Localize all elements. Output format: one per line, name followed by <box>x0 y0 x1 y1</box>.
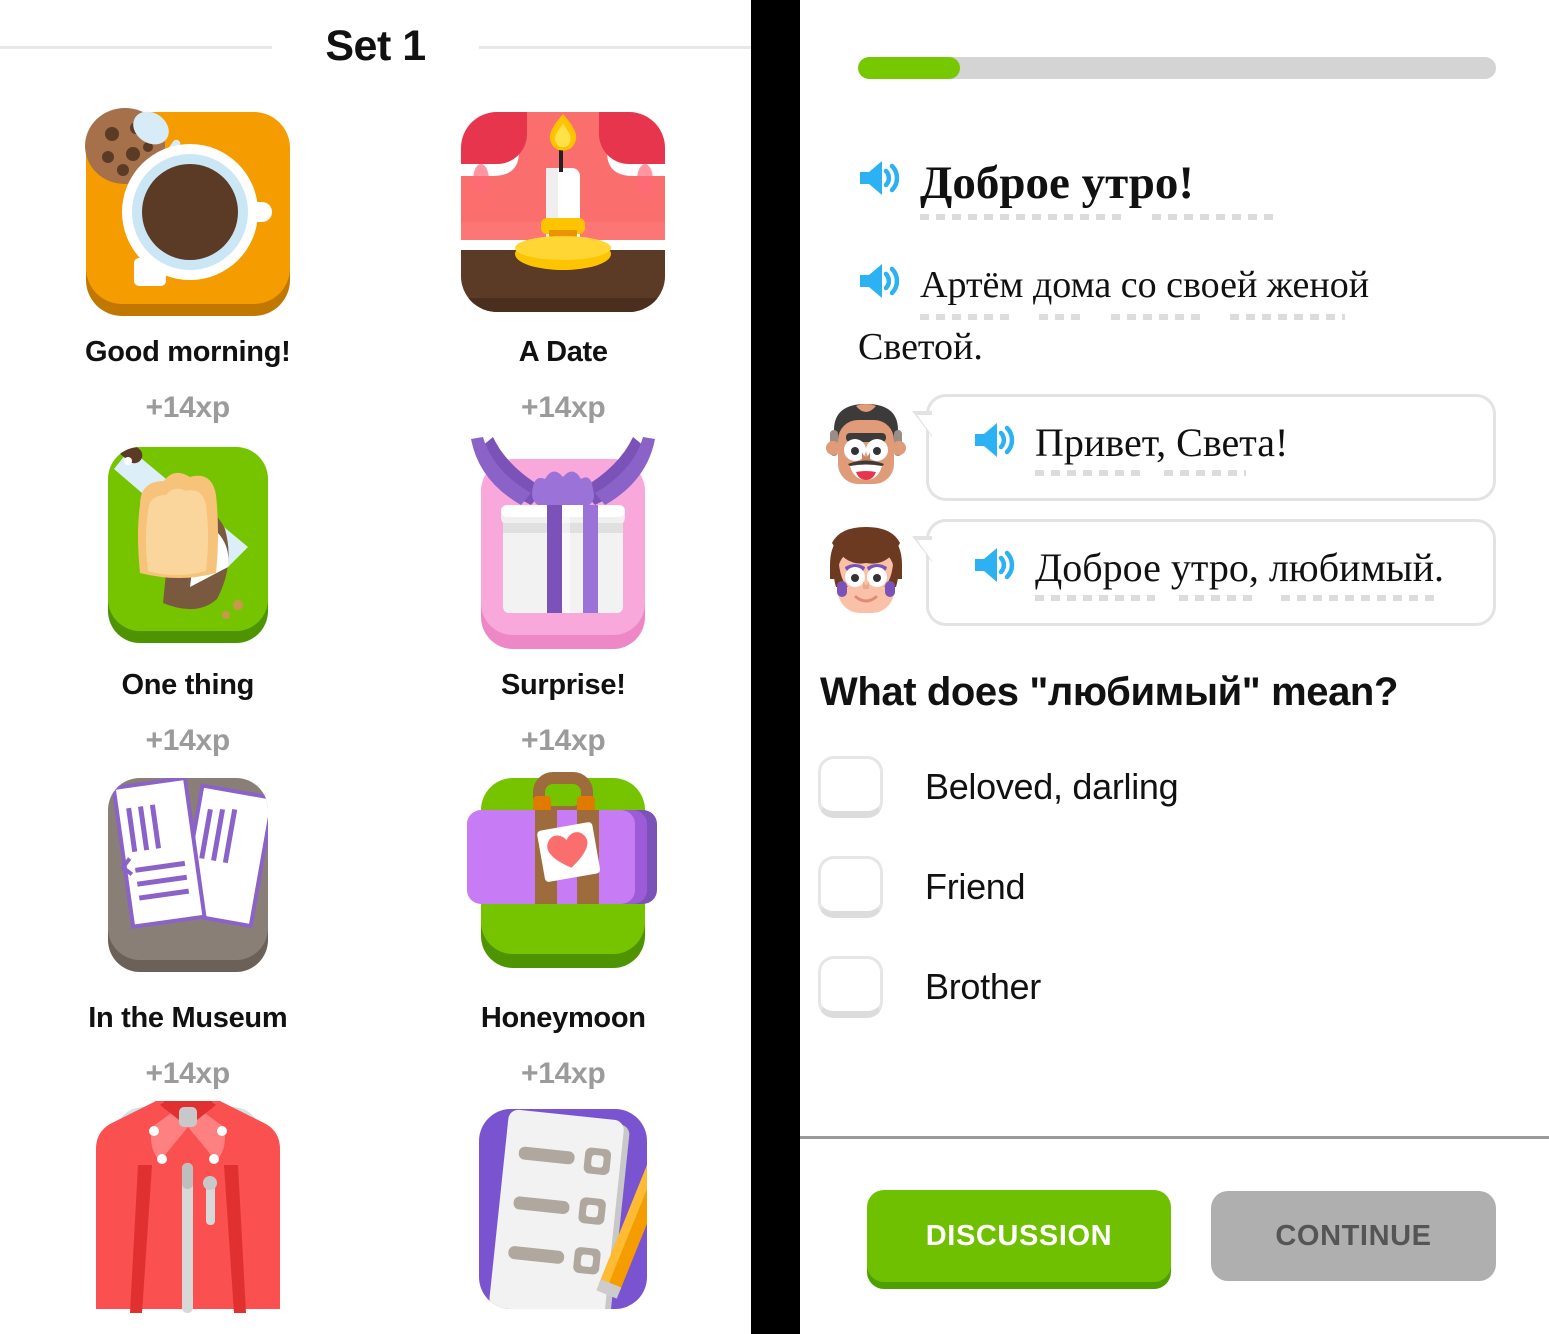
speaker-icon[interactable] <box>858 262 902 300</box>
discussion-button[interactable]: DISCUSSION <box>867 1190 1171 1282</box>
skill-xp: +14xp <box>145 724 231 757</box>
red-jacket-icon[interactable] <box>78 1092 298 1321</box>
option-row-friend[interactable]: Friend <box>818 837 1496 937</box>
skill-xp: +14xp <box>145 391 231 424</box>
checkbox-icon[interactable] <box>818 755 883 818</box>
skill-xp: +14xp <box>145 1057 231 1090</box>
lesson-panel: Доброе утро! Артём дома со своей женой С… <box>800 0 1549 1334</box>
progress-fill <box>858 57 961 79</box>
chat-list: Привет, Света! Доброе утро, любимый. <box>800 372 1549 626</box>
skills-panel: Set 1 Good morning! +14xp A Date +14xp O… <box>0 0 751 1334</box>
checkbox-icon[interactable] <box>818 855 883 918</box>
panel-divider <box>751 0 800 1334</box>
chat-bubble: Доброе утро, любимый. <box>912 518 1496 626</box>
skill-item-one-thing[interactable]: One thing +14xp <box>0 425 376 758</box>
chat-text: Привет, Света! <box>1035 419 1289 465</box>
story-line-2: Светой. <box>858 326 983 369</box>
story-line-1: Артём дома со своей женой <box>920 263 1370 306</box>
candle-dinner-icon[interactable] <box>453 102 673 322</box>
chat-hint-dots <box>1035 594 1444 601</box>
suitcase-heart-icon[interactable] <box>453 768 673 988</box>
story-block: Артём дома со своей женой Светой. <box>800 220 1549 372</box>
speaker-icon[interactable] <box>858 159 902 197</box>
skill-label: A Date <box>518 336 608 368</box>
options-list: Beloved, darling Friend Brother <box>800 715 1549 1037</box>
footer-divider <box>800 1136 1549 1139</box>
set-header-rule-right <box>479 46 751 49</box>
male-avatar <box>820 400 912 492</box>
chat-row: Доброе утро, любимый. <box>820 518 1496 626</box>
skill-item-good-morning[interactable]: Good morning! +14xp <box>0 92 376 425</box>
progress-track <box>858 57 1496 79</box>
skill-label: In the Museum <box>88 1002 288 1034</box>
option-label: Friend <box>925 865 1026 907</box>
skill-item-a-date[interactable]: A Date +14xp <box>376 92 752 425</box>
skill-item-honeymoon[interactable]: Honeymoon +14xp <box>376 758 752 1091</box>
chat-row: Привет, Света! <box>820 393 1496 501</box>
skill-label: Good morning! <box>84 336 291 368</box>
story-hint-dots <box>920 314 1369 321</box>
female-avatar <box>820 525 912 617</box>
skill-xp: +14xp <box>521 724 606 757</box>
footer-buttons: DISCUSSION CONTINUE <box>800 1190 1549 1282</box>
app-root: Set 1 Good morning! +14xp A Date +14xp O… <box>0 0 1549 1334</box>
skill-xp: +14xp <box>521 391 606 424</box>
chat-text: Доброе утро, любимый. <box>1035 544 1445 590</box>
prompt-hint-dots <box>920 213 1277 220</box>
option-label: Brother <box>925 965 1041 1007</box>
chat-bubble: Привет, Света! <box>912 393 1496 501</box>
skill-label: Honeymoon <box>480 1002 646 1034</box>
coffee-cookie-icon[interactable] <box>78 102 298 322</box>
museum-tickets-icon[interactable] <box>78 768 298 988</box>
continue-button[interactable]: CONTINUE <box>1211 1191 1496 1281</box>
bread-knife-icon[interactable] <box>78 435 298 655</box>
set-title: Set 1 <box>303 21 448 71</box>
set-header: Set 1 <box>0 0 751 92</box>
skill-label: One thing <box>121 669 255 701</box>
progress-bar-wrap <box>800 0 1549 79</box>
speaker-icon[interactable] <box>973 421 1017 459</box>
set-header-rule-left <box>0 46 272 49</box>
option-row-beloved[interactable]: Beloved, darling <box>818 737 1496 837</box>
chat-hint-dots <box>1035 469 1288 476</box>
skill-item-surprise[interactable]: Surprise! +14xp <box>376 425 752 758</box>
skill-item-checklist[interactable] <box>376 1091 752 1334</box>
question-text: What does "любимый" mean? <box>820 669 1398 714</box>
skill-item-jacket[interactable] <box>0 1091 376 1334</box>
checkbox-icon[interactable] <box>818 955 883 1018</box>
speaker-icon[interactable] <box>973 546 1017 584</box>
checklist-pencil-icon[interactable] <box>453 1101 673 1321</box>
option-row-brother[interactable]: Brother <box>818 937 1496 1037</box>
skill-xp: +14xp <box>521 1057 606 1090</box>
skill-label: Surprise! <box>500 669 626 701</box>
option-label: Beloved, darling <box>925 765 1179 807</box>
prompt-block: Доброе утро! <box>800 79 1549 220</box>
gift-box-icon[interactable] <box>453 435 673 655</box>
skill-item-in-the-museum[interactable]: In the Museum +14xp <box>0 758 376 1091</box>
prompt-title: Доброе утро! <box>920 157 1195 209</box>
skill-grid: Good morning! +14xp A Date +14xp One thi… <box>0 92 751 1334</box>
